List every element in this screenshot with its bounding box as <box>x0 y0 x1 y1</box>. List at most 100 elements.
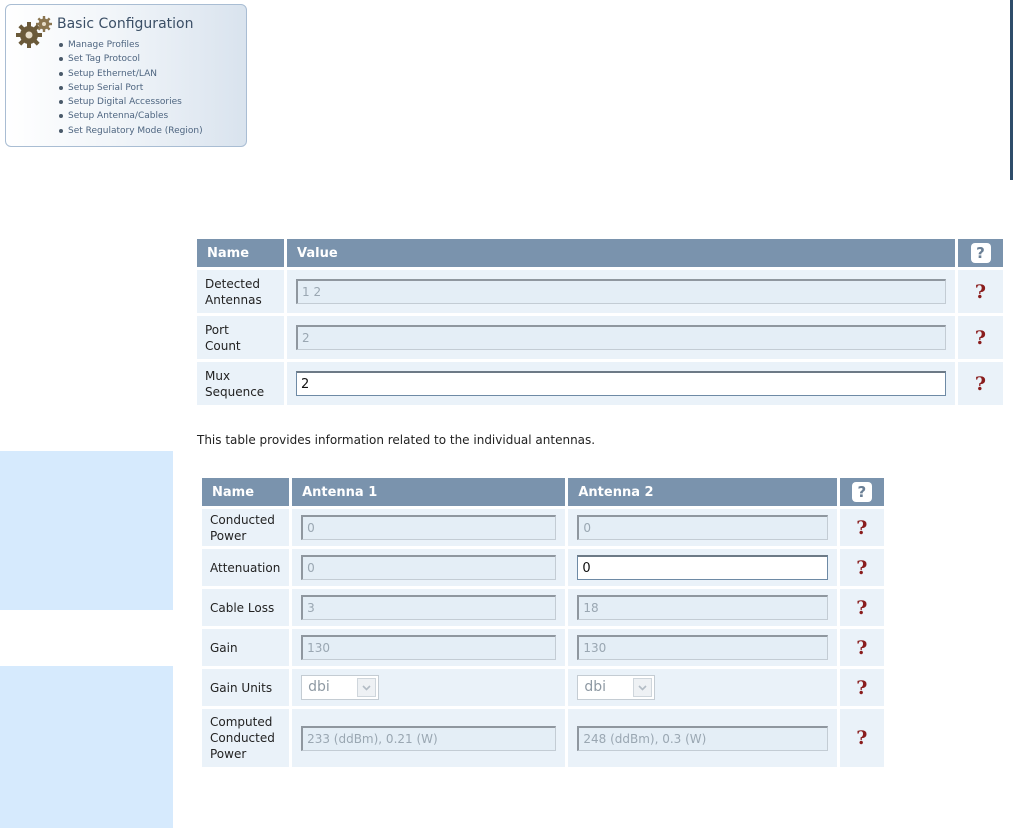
menu-item-set-regulatory-mode[interactable]: Set Regulatory Mode (Region) <box>58 124 203 138</box>
antenna-2-cell <box>568 629 837 666</box>
menu-item-setup-serial-port[interactable]: Setup Serial Port <box>58 81 203 95</box>
header-help: ? <box>839 478 884 506</box>
row-label-attenuation: Attenuation <box>202 549 290 586</box>
label-line: Sequence <box>205 384 265 399</box>
table-row: Mux Sequence ? <box>197 362 1003 405</box>
antenna-1-cell <box>292 549 566 586</box>
label-line: Power <box>210 528 247 543</box>
antenna-1-cell <box>292 509 566 546</box>
config-menu: Manage Profiles Set Tag Protocol Setup E… <box>58 38 203 138</box>
gears-icon <box>16 16 52 48</box>
antenna-2-gain-field <box>577 635 828 660</box>
table-row: Gain Units dbi dbi ? <box>202 669 884 706</box>
row-label-cable-loss: Cable Loss <box>202 589 290 626</box>
table-row: Computed Conducted Power ? <box>202 709 884 767</box>
value-cell <box>287 316 955 359</box>
antenna-1-cell: dbi <box>292 669 566 706</box>
column-header-value: Value <box>287 239 955 267</box>
antenna-2-cable-loss-field <box>577 595 828 620</box>
table-row: Conducted Power ? <box>202 509 884 546</box>
row-label-gain: Gain <box>202 629 290 666</box>
table-row: Attenuation ? <box>202 549 884 586</box>
antenna-2-computed-power-field <box>577 725 828 751</box>
row-label-port-count: Port Count <box>197 316 284 359</box>
help-question-icon[interactable]: ? <box>856 677 867 699</box>
help-question-icon[interactable]: ? <box>975 373 986 395</box>
value-cell <box>287 270 955 313</box>
row-label-gain-units: Gain Units <box>202 669 290 706</box>
port-count-field <box>296 325 946 350</box>
help-icon[interactable]: ? <box>851 482 872 502</box>
detected-antennas-field <box>296 279 946 304</box>
antenna-2-attenuation-input[interactable] <box>577 555 828 580</box>
antenna-2-gain-units-select: dbi <box>577 675 656 700</box>
help-cell: ? <box>839 669 884 706</box>
column-header-antenna-2: Antenna 2 <box>568 478 837 506</box>
antenna-1-cable-loss-field <box>301 595 557 620</box>
help-cell: ? <box>958 270 1003 313</box>
help-cell: ? <box>958 316 1003 359</box>
table-row: Gain ? <box>202 629 884 666</box>
row-label-conducted-power: Conducted Power <box>202 509 290 546</box>
column-header-antenna-1: Antenna 1 <box>292 478 566 506</box>
antenna-table: Name Antenna 1 Antenna 2 ? Conducted Pow… <box>199 475 887 770</box>
mux-sequence-input[interactable] <box>296 371 946 396</box>
selected-value: dbi <box>308 679 330 695</box>
column-header-name: Name <box>202 478 290 506</box>
help-question-icon[interactable]: ? <box>975 281 986 303</box>
help-cell: ? <box>839 709 884 767</box>
help-question-icon[interactable]: ? <box>856 597 867 619</box>
table-row: Cable Loss ? <box>202 589 884 626</box>
label-line: Port <box>205 322 229 337</box>
help-icon[interactable]: ? <box>970 243 991 263</box>
help-cell: ? <box>839 589 884 626</box>
antenna-table-description: This table provides information related … <box>197 433 596 447</box>
column-header-name: Name <box>197 239 284 267</box>
value-cell <box>287 362 955 405</box>
table-header-row: Name Antenna 1 Antenna 2 ? <box>202 478 884 506</box>
label-line: Computed <box>210 715 273 729</box>
table-row: Port Count ? <box>197 316 1003 359</box>
help-question-icon[interactable]: ? <box>856 637 867 659</box>
help-cell: ? <box>839 509 884 546</box>
side-panel-upper <box>0 451 173 610</box>
row-label-computed-conducted-power: Computed Conducted Power <box>202 709 290 767</box>
antenna-2-cell <box>568 709 837 767</box>
antenna-1-gain-units-select: dbi <box>301 675 380 700</box>
table-row: Detected Antennas ? <box>197 270 1003 313</box>
row-label-mux-sequence: Mux Sequence <box>197 362 284 405</box>
row-label-detected-antennas: Detected Antennas <box>197 270 284 313</box>
antenna-1-gain-field <box>301 635 557 660</box>
label-line: Count <box>205 338 241 353</box>
antenna-2-cell: dbi <box>568 669 837 706</box>
label-line: Antennas <box>205 292 262 307</box>
help-question-icon[interactable]: ? <box>975 327 986 349</box>
config-title: Basic Configuration <box>57 16 194 32</box>
label-line: Power <box>210 747 247 761</box>
label-line: Conducted <box>210 731 275 745</box>
table-header-row: Name Value ? <box>197 239 1003 267</box>
antenna-2-cell <box>568 589 837 626</box>
antenna-2-cell <box>568 509 837 546</box>
help-cell: ? <box>958 362 1003 405</box>
help-cell: ? <box>839 629 884 666</box>
antenna-1-cell <box>292 629 566 666</box>
antenna-1-attenuation-field <box>301 555 557 580</box>
menu-item-set-tag-protocol[interactable]: Set Tag Protocol <box>58 52 203 66</box>
menu-item-manage-profiles[interactable]: Manage Profiles <box>58 38 203 52</box>
menu-item-setup-ethernet-lan[interactable]: Setup Ethernet/LAN <box>58 67 203 81</box>
label-line: Conducted <box>210 512 275 527</box>
side-panel-lower <box>0 666 173 828</box>
chevron-down-icon <box>633 678 653 697</box>
menu-item-setup-digital-accessories[interactable]: Setup Digital Accessories <box>58 95 203 109</box>
antenna-2-cell <box>568 549 837 586</box>
help-question-icon[interactable]: ? <box>856 727 867 749</box>
chevron-down-icon <box>357 678 377 697</box>
antenna-2-conducted-power-field <box>577 515 828 540</box>
menu-item-setup-antenna-cables[interactable]: Setup Antenna/Cables <box>58 109 203 123</box>
antenna-1-cell <box>292 709 566 767</box>
help-question-icon[interactable]: ? <box>856 517 867 539</box>
antenna-1-conducted-power-field <box>301 515 557 540</box>
antenna-1-computed-power-field <box>301 725 557 751</box>
help-question-icon[interactable]: ? <box>856 557 867 579</box>
